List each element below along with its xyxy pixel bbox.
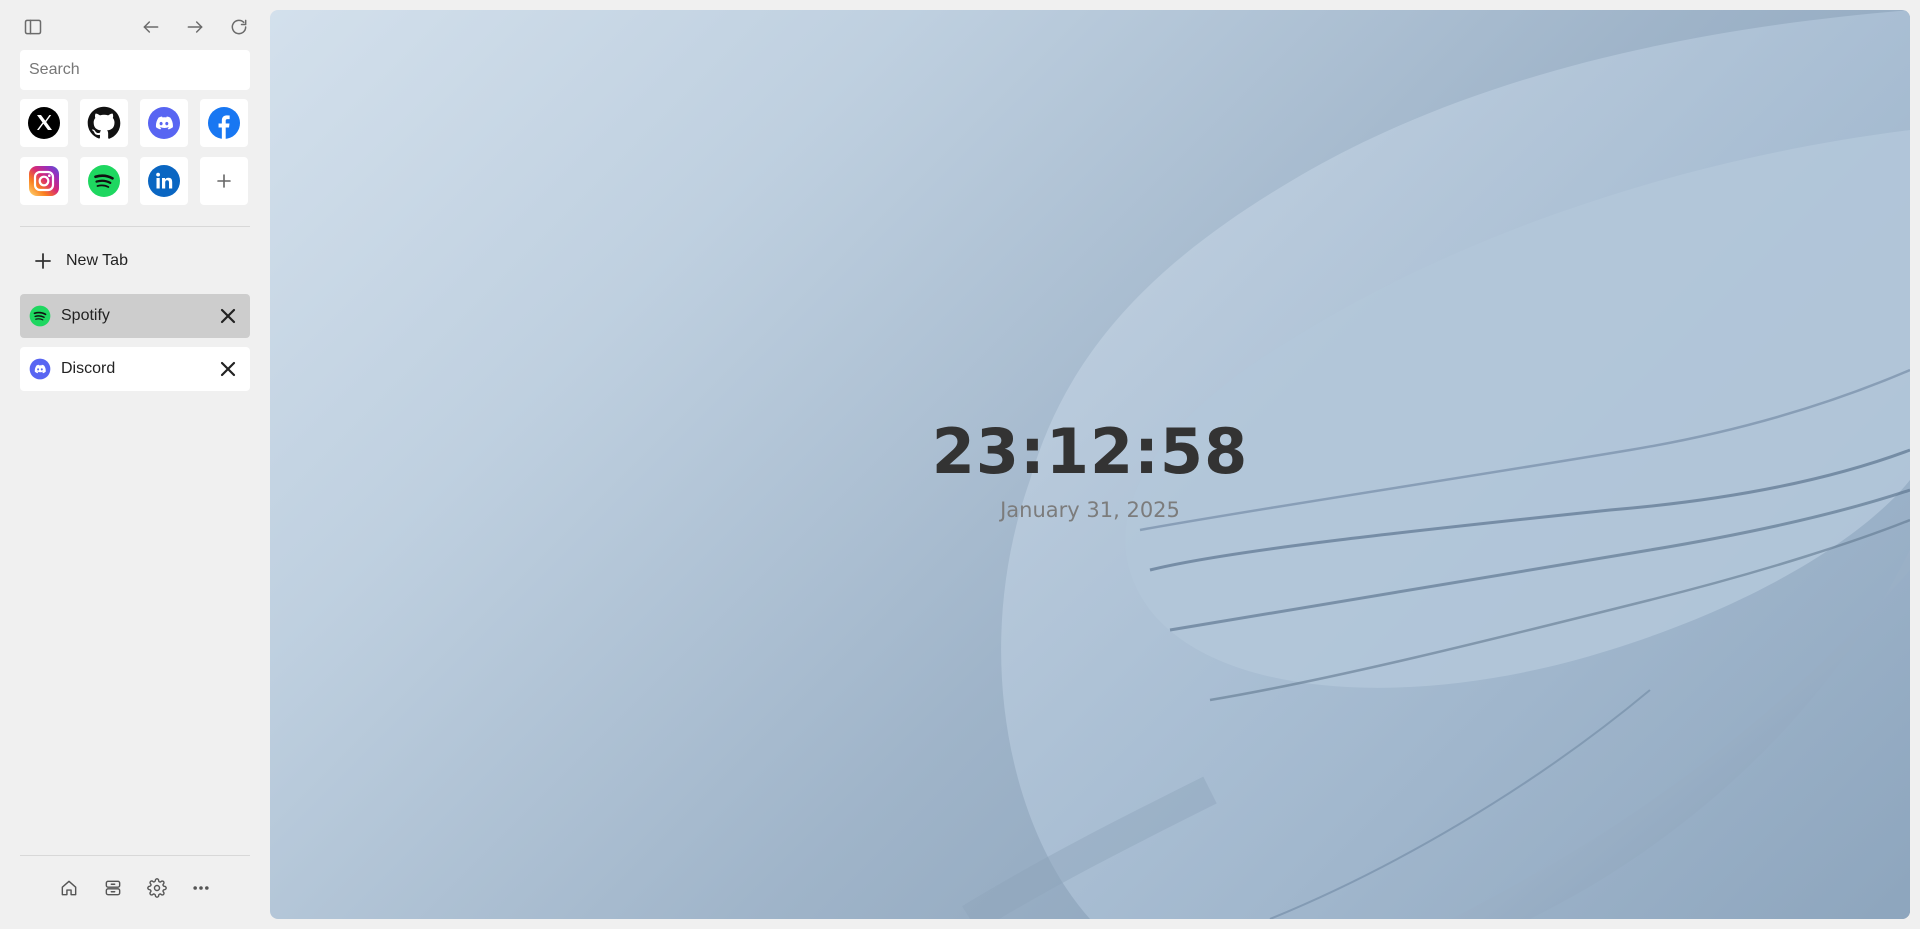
search-input[interactable]	[20, 50, 250, 90]
tab-title: Discord	[61, 360, 116, 377]
close-icon	[220, 308, 236, 324]
more-button[interactable]	[189, 876, 213, 900]
forward-button[interactable]	[182, 14, 208, 40]
shortcut-discord[interactable]	[140, 99, 188, 147]
discord-logo-icon	[29, 358, 51, 380]
sidebar-divider	[20, 226, 250, 227]
storage-button[interactable]	[101, 876, 125, 900]
spotify-logo-icon	[88, 165, 120, 197]
shortcut-grid	[20, 99, 250, 205]
storage-icon	[105, 880, 121, 896]
linkedin-logo-icon	[148, 165, 180, 197]
clock-date: January 31, 2025	[1000, 498, 1180, 522]
sidebar-panel-icon	[24, 19, 42, 35]
close-icon	[220, 361, 236, 377]
new-tab-button[interactable]: New Tab	[20, 246, 250, 276]
home-icon	[61, 880, 77, 896]
shortcut-instagram[interactable]	[20, 157, 68, 205]
back-button[interactable]	[138, 14, 164, 40]
x-logo-icon	[28, 107, 60, 139]
gear-icon	[147, 878, 167, 898]
plus-icon	[217, 174, 231, 188]
new-tab-page: 23:12:58 January 31, 2025	[270, 10, 1910, 919]
spotify-logo-icon	[29, 305, 51, 327]
settings-button[interactable]	[145, 876, 169, 900]
arrow-left-icon	[143, 21, 159, 33]
discord-logo-icon	[148, 107, 180, 139]
home-button[interactable]	[57, 876, 81, 900]
close-tab-button[interactable]	[213, 301, 243, 331]
new-tab-label: New Tab	[66, 252, 128, 269]
shortcut-facebook[interactable]	[200, 99, 248, 147]
tab-title: Spotify	[61, 307, 110, 324]
plus-icon	[30, 248, 56, 274]
tab-spotify[interactable]: Spotify	[20, 294, 250, 338]
add-shortcut-button[interactable]	[200, 157, 248, 205]
facebook-logo-icon	[208, 107, 240, 139]
github-logo-icon	[87, 106, 121, 139]
reload-button[interactable]	[226, 14, 252, 40]
tab-discord[interactable]: Discord	[20, 347, 250, 391]
clock-time: 23:12:58	[931, 415, 1249, 488]
arrow-right-icon	[187, 21, 203, 33]
shortcut-spotify[interactable]	[80, 157, 128, 205]
sidebar-bottom-bar	[20, 873, 250, 903]
reload-icon	[231, 19, 247, 35]
shortcut-x[interactable]	[20, 99, 68, 147]
sidebar-bottom-divider	[20, 855, 250, 856]
sidebar: New Tab Spotify Discord	[0, 0, 270, 929]
toolbar	[20, 14, 250, 40]
more-icon	[193, 886, 209, 890]
shortcut-github[interactable]	[80, 99, 128, 147]
shortcut-linkedin[interactable]	[140, 157, 188, 205]
close-tab-button[interactable]	[213, 354, 243, 384]
sidebar-toggle-button[interactable]	[20, 14, 46, 40]
instagram-logo-icon	[29, 166, 59, 196]
